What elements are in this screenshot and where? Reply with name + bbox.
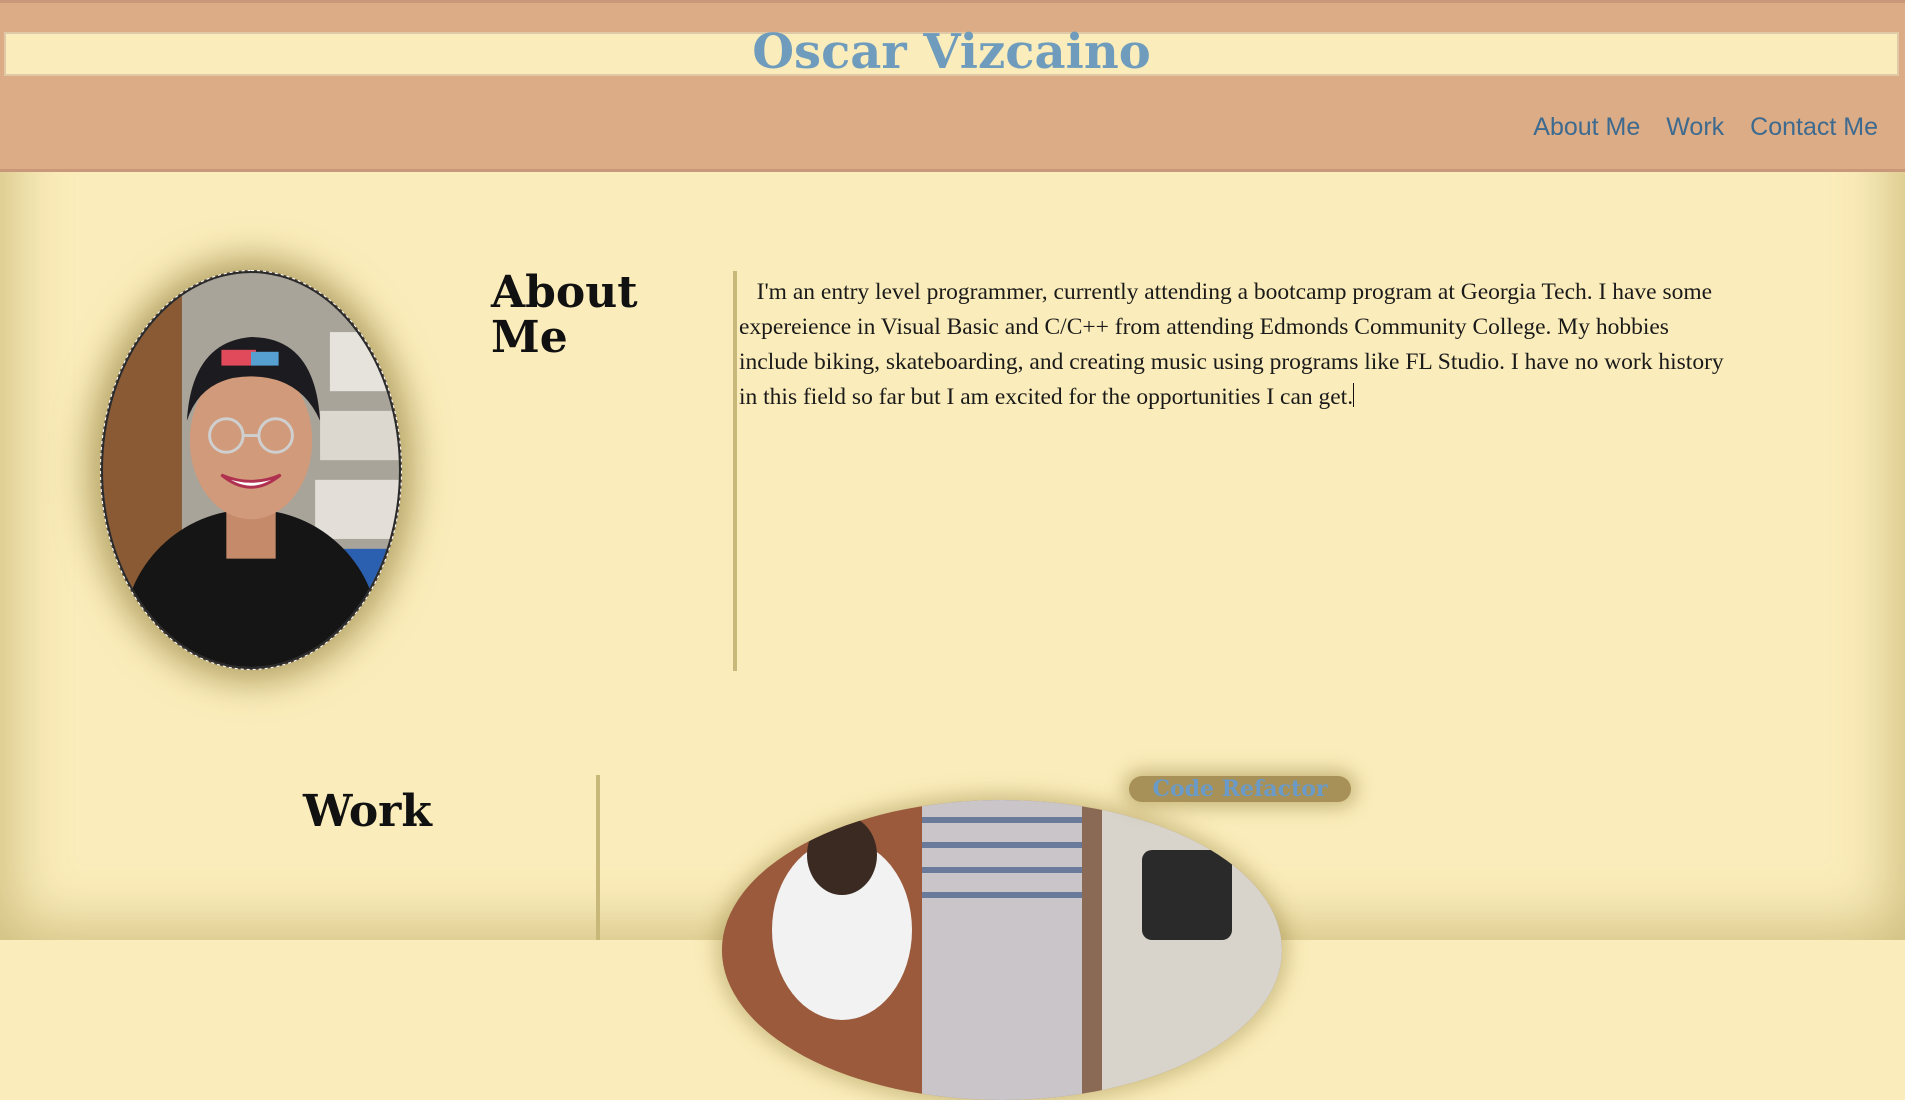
nav-about-me[interactable]: About Me: [1533, 113, 1640, 142]
work-heading: Work: [303, 786, 432, 837]
about-heading: About Me: [491, 267, 638, 363]
text-cursor: [1353, 383, 1355, 407]
title-band: Oscar Vizcaino: [4, 28, 1899, 76]
profile-photo: [100, 270, 402, 670]
nav-contact-me[interactable]: Contact Me: [1750, 113, 1878, 142]
site-title: Oscar Vizcaino: [752, 24, 1151, 80]
main-nav: About Me Work Contact Me: [1533, 113, 1878, 142]
profile-photo-icon: [103, 273, 399, 667]
nav-work[interactable]: Work: [1666, 113, 1724, 142]
about-text: I'm an entry level programmer, currently…: [733, 271, 1738, 671]
work-divider: [596, 775, 600, 940]
project-label[interactable]: Code Refactor: [1129, 776, 1351, 802]
site-header: Oscar Vizcaino About Me Work Contact Me: [0, 0, 1905, 172]
project-thumbnail-icon: [722, 800, 1282, 1100]
about-body-text: I'm an entry level programmer, currently…: [739, 279, 1724, 410]
project-thumbnail[interactable]: [722, 800, 1282, 1100]
